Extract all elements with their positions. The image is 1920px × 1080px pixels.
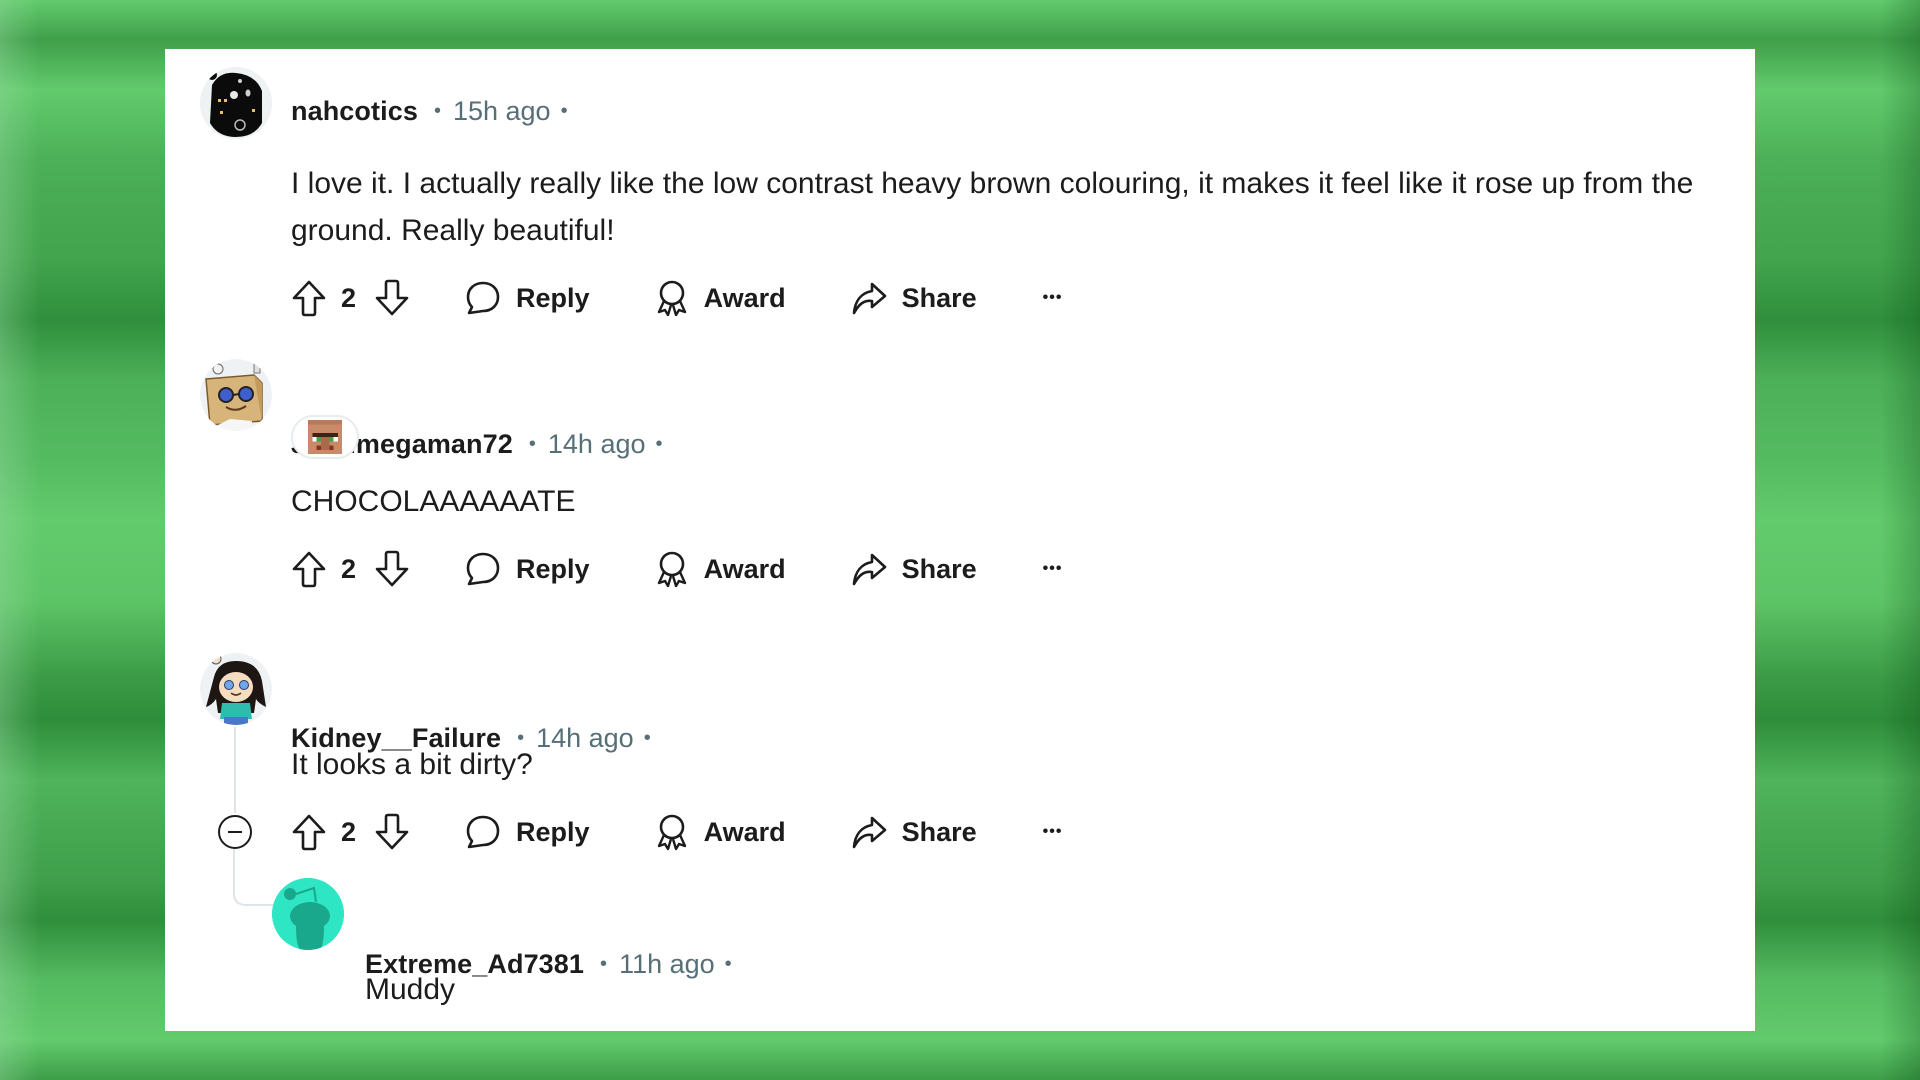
vote-count: 2 xyxy=(341,282,357,313)
award-button[interactable]: Award xyxy=(654,549,786,589)
share-button[interactable]: Share xyxy=(850,813,977,851)
reply-button[interactable]: Reply xyxy=(464,279,590,317)
snoo-default-avatar-icon xyxy=(272,878,344,950)
avatar[interactable] xyxy=(272,878,344,950)
downvote-icon xyxy=(375,279,409,316)
upvote-icon xyxy=(292,814,326,851)
separator-dot: • xyxy=(724,952,732,975)
timestamp[interactable]: 15h ago xyxy=(453,96,551,127)
thread-line xyxy=(234,727,236,813)
downvote-icon xyxy=(375,813,409,850)
share-arrow-icon xyxy=(852,282,886,315)
downvote-icon xyxy=(375,550,409,587)
separator-dot: • xyxy=(433,99,441,122)
separator-dot: • xyxy=(560,99,568,122)
username[interactable]: nahcotics xyxy=(291,96,418,127)
more-options-button[interactable]: ••• xyxy=(1043,560,1063,578)
share-label: Share xyxy=(901,816,977,847)
vote-count: 2 xyxy=(341,816,357,847)
minecraft-villager-flair-icon xyxy=(308,420,342,454)
reply-bubble-icon xyxy=(466,281,500,315)
upvote-button[interactable] xyxy=(291,550,327,588)
share-label: Share xyxy=(901,553,977,584)
separator-dot: • xyxy=(655,432,663,455)
comments-card: nahcotics • 15h ago • I love it. I actua… xyxy=(165,49,1755,1031)
comment-actions: 2 Reply Award Share ••• xyxy=(291,276,1062,320)
award-button[interactable]: Award xyxy=(654,278,786,318)
share-arrow-icon xyxy=(852,553,886,586)
upvote-button[interactable] xyxy=(291,813,327,851)
timestamp[interactable]: 14h ago xyxy=(536,723,634,754)
award-button[interactable]: Award xyxy=(654,812,786,852)
award-label: Award xyxy=(703,553,786,584)
avatar[interactable] xyxy=(200,359,272,431)
reply-thread-connector xyxy=(233,849,277,906)
reply-label: Reply xyxy=(516,282,590,313)
reply-label: Reply xyxy=(516,816,590,847)
separator-dot: • xyxy=(528,432,536,455)
share-button[interactable]: Share xyxy=(850,279,977,317)
comment-body: CHOCOLAAAAAATE xyxy=(291,485,576,518)
reply-label: Reply xyxy=(516,553,590,584)
cartoon-girl-avatar-icon xyxy=(200,653,272,725)
upvote-button[interactable] xyxy=(291,279,327,317)
reply-bubble-icon xyxy=(466,552,500,586)
vote-count: 2 xyxy=(341,553,357,584)
award-ribbon-icon xyxy=(657,551,686,588)
comment-meta: nahcotics • 15h ago • xyxy=(291,91,568,131)
comment-actions: 2 Reply Award Share ••• xyxy=(291,547,1062,591)
collapse-thread-button[interactable] xyxy=(218,815,252,849)
share-arrow-icon xyxy=(852,816,886,849)
separator-dot: • xyxy=(643,726,651,749)
more-options-button[interactable]: ••• xyxy=(1043,289,1063,307)
comment-body: Muddy xyxy=(365,973,456,1006)
cardboard-box-avatar-icon xyxy=(200,359,272,431)
timestamp[interactable]: 11h ago xyxy=(619,949,715,980)
more-options-button[interactable]: ••• xyxy=(1043,823,1063,841)
award-ribbon-icon xyxy=(657,280,686,317)
separator-dot: • xyxy=(600,952,608,975)
user-flair xyxy=(291,415,359,459)
comment-body: It looks a bit dirty? xyxy=(291,748,533,781)
comment-actions: 2 Reply Award Share ••• xyxy=(291,810,1062,854)
dark-robot-avatar-icon xyxy=(200,67,272,139)
reply-bubble-icon xyxy=(466,815,500,849)
reply-button[interactable]: Reply xyxy=(464,813,590,851)
timestamp[interactable]: 14h ago xyxy=(548,429,646,460)
comment-body: I love it. I actually really like the lo… xyxy=(291,167,1694,247)
award-label: Award xyxy=(703,282,786,313)
downvote-button[interactable] xyxy=(374,550,410,588)
share-label: Share xyxy=(901,282,977,313)
upvote-icon xyxy=(292,280,326,317)
award-ribbon-icon xyxy=(657,814,686,851)
reply-button[interactable]: Reply xyxy=(464,550,590,588)
minus-icon xyxy=(228,830,242,834)
downvote-button[interactable] xyxy=(374,279,410,317)
award-label: Award xyxy=(703,816,786,847)
avatar[interactable] xyxy=(200,653,272,725)
upvote-icon xyxy=(292,551,326,588)
avatar[interactable] xyxy=(200,67,272,139)
downvote-button[interactable] xyxy=(374,813,410,851)
share-button[interactable]: Share xyxy=(850,550,977,588)
